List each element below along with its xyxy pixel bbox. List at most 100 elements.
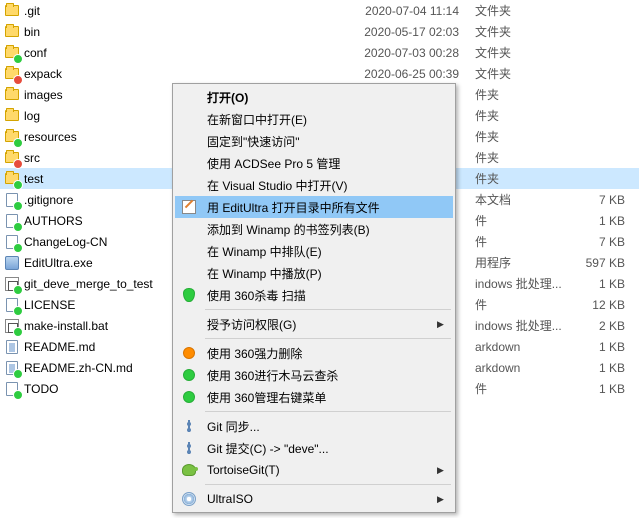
file-size: 12 KB [569,298,635,312]
menu-item[interactable]: 使用 360管理右键菜单 [175,386,453,408]
folder-icon [5,131,19,142]
file-name: bin [24,25,359,39]
file-type: arkdown [459,340,569,354]
file-type: 件夹 [459,107,569,124]
menu-item[interactable]: 使用 ACDSee Pro 5 管理 [175,152,453,174]
file-date: 2020-05-17 02:03 [359,25,459,39]
file-date: 2020-06-25 00:39 [359,67,459,81]
menu-item-label: UltraISO [201,492,437,506]
bat-icon [5,319,19,333]
file-type: 文件夹 [459,23,569,40]
menu-item[interactable]: 在 Visual Studio 中打开(V) [175,174,453,196]
file-row[interactable]: expack2020-06-25 00:39文件夹 [0,63,639,84]
bat-icon [5,277,19,291]
360g-icon [177,366,201,384]
menu-item-label: Git 同步... [201,418,437,435]
file-type: 件 [459,212,569,229]
iso-icon [177,490,201,508]
file-type: indows 批处理... [459,275,569,292]
submenu-arrow-icon: ▶ [437,494,449,505]
file-icon [6,382,18,396]
file-size: 1 KB [569,340,635,354]
menu-item[interactable]: UltraISO▶ [175,488,453,510]
file-name: conf [24,46,359,60]
folder-icon [5,89,19,100]
file-type: 文件夹 [459,2,569,19]
menu-item-label: 在 Winamp 中播放(P) [201,265,437,282]
context-menu: 打开(O) 在新窗口中打开(E) 固定到"快速访问" 使用 ACDSee Pro 5 … [172,83,456,513]
file-type: 件夹 [459,86,569,103]
menu-item[interactable]: 用 EditUltra 打开目录中所有文件 [175,196,453,218]
edit-icon [177,198,201,216]
submenu-arrow-icon: ▶ [437,465,449,476]
blank-icon [177,88,201,106]
menu-item[interactable]: 授予访问权限(G)▶ [175,313,453,335]
file-row[interactable]: conf2020-07-03 00:28文件夹 [0,42,639,63]
menu-item[interactable]: 使用 360强力删除 [175,342,453,364]
menu-item[interactable]: 打开(O) [175,86,453,108]
blank-icon [177,154,201,172]
file-date: 2020-07-04 11:14 [359,4,459,18]
file-type: 件夹 [459,170,569,187]
file-type: 件 [459,380,569,397]
shield-icon [177,286,201,304]
menu-item-label: 用 EditUltra 打开目录中所有文件 [201,199,437,216]
file-icon [6,298,18,312]
file-date: 2020-07-03 00:28 [359,46,459,60]
menu-item-label: 授予访问权限(G) [201,316,437,333]
file-name: expack [24,67,359,81]
menu-separator [205,484,451,485]
menu-item[interactable]: 使用 360杀毒 扫描 [175,284,453,306]
menu-item[interactable]: 在新窗口中打开(E) [175,108,453,130]
blank-icon [177,242,201,260]
file-icon [6,235,18,249]
file-size: 1 KB [569,277,635,291]
file-type: 件夹 [459,149,569,166]
360o-icon [177,344,201,362]
menu-item[interactable]: 在 Winamp 中播放(P) [175,262,453,284]
menu-item-label: 固定到"快速访问" [201,133,437,150]
file-row[interactable]: .git2020-07-04 11:14文件夹 [0,0,639,21]
md-icon [6,340,18,354]
file-type: 件 [459,233,569,250]
folder-icon [5,173,19,184]
menu-item[interactable]: 使用 360进行木马云查杀 [175,364,453,386]
menu-item[interactable]: Git 同步... [175,415,453,437]
menu-item-label: 使用 360进行木马云查杀 [201,367,437,384]
menu-item[interactable]: 添加到 Winamp 的书签列表(B) [175,218,453,240]
folder-icon [5,26,19,37]
menu-item-label: 使用 360管理右键菜单 [201,389,437,406]
file-row[interactable]: bin2020-05-17 02:03文件夹 [0,21,639,42]
folder-icon [5,68,19,79]
menu-item[interactable]: 在 Winamp 中排队(E) [175,240,453,262]
file-type: 用程序 [459,254,569,271]
menu-item-label: 在新窗口中打开(E) [201,111,437,128]
menu-separator [205,338,451,339]
file-size: 2 KB [569,319,635,333]
folder-icon [5,152,19,163]
blank-icon [177,264,201,282]
blank-icon [177,132,201,150]
menu-item[interactable]: TortoiseGit(T)▶ [175,459,453,481]
menu-item-label: 使用 360强力删除 [201,345,437,362]
md-icon [6,361,18,375]
menu-separator [205,309,451,310]
exe-icon [5,256,19,270]
git-icon [177,439,201,457]
menu-separator [205,411,451,412]
file-size: 7 KB [569,193,635,207]
menu-item[interactable]: Git 提交(C) -> "deve"... [175,437,453,459]
file-type: 件 [459,296,569,313]
file-name: .git [24,4,359,18]
blank-icon [177,176,201,194]
file-type: 文件夹 [459,65,569,82]
submenu-arrow-icon: ▶ [437,319,449,330]
menu-item[interactable]: 固定到"快速访问" [175,130,453,152]
file-type: 本文档 [459,191,569,208]
menu-item-label: 在 Winamp 中排队(E) [201,243,437,260]
file-type: 件夹 [459,128,569,145]
file-size: 1 KB [569,382,635,396]
menu-item-label: Git 提交(C) -> "deve"... [201,440,437,457]
folder-icon [5,5,19,16]
folder-icon [5,110,19,121]
